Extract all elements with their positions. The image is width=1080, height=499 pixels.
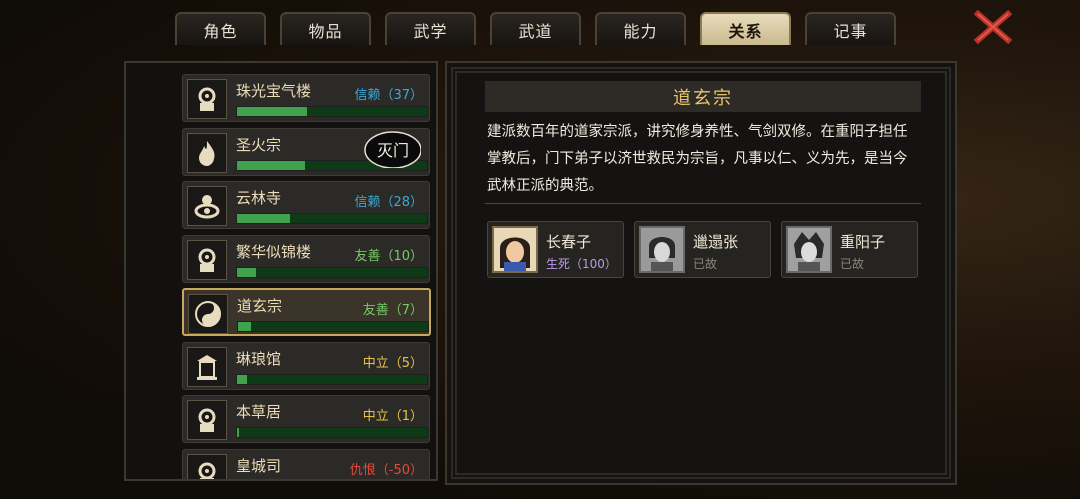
- relation-bar: [236, 267, 428, 278]
- relation-label: 信赖（28）: [354, 195, 423, 210]
- pavilion-icon: [187, 347, 227, 387]
- sect-row[interactable]: 珠光宝气楼 信赖（37）: [182, 74, 430, 122]
- relation-label: 信赖（37）: [354, 88, 423, 103]
- relation-bar-fill: [237, 268, 256, 277]
- sect-name: 本草居: [236, 403, 282, 421]
- relation-bar: [236, 213, 428, 224]
- relation-bar-fill: [237, 161, 306, 170]
- member-status: 已故: [840, 257, 865, 271]
- relation-bar-fill: [237, 375, 247, 384]
- sect-row[interactable]: 圣火宗 灭门: [182, 128, 430, 176]
- relation-bar: [236, 374, 428, 385]
- tab-journal[interactable]: 记事: [805, 12, 896, 45]
- sect-row[interactable]: 本草居 中立（1）: [182, 395, 430, 443]
- relation-bar: [237, 321, 429, 332]
- tab-martial-way[interactable]: 武道: [490, 12, 581, 45]
- sect-name: 道玄宗: [237, 297, 283, 315]
- sect-title: 道玄宗: [485, 81, 921, 112]
- member-name: 长春子: [546, 233, 592, 251]
- tab-martial-arts[interactable]: 武学: [385, 12, 476, 45]
- member-portrait: [786, 226, 832, 273]
- close-icon[interactable]: [974, 10, 1012, 44]
- lotus-icon: [187, 186, 227, 226]
- ornate-emblem-icon: [187, 79, 227, 119]
- sect-name: 云林寺: [236, 189, 282, 207]
- sect-row-selected[interactable]: 道玄宗 友善（7）: [182, 288, 431, 336]
- relation-label: 友善（10）: [354, 249, 423, 264]
- tab-abilities[interactable]: 能力: [595, 12, 686, 45]
- member-status: 生死（100）: [546, 257, 617, 271]
- ornate-emblem-icon: [187, 240, 227, 280]
- member-portrait: [492, 226, 538, 273]
- member-card[interactable]: 重阳子 已故: [781, 221, 918, 278]
- relation-bar-fill: [237, 428, 239, 437]
- member-name: 邋遢张: [693, 233, 739, 251]
- sect-name: 圣火宗: [236, 136, 282, 154]
- sect-row[interactable]: 皇城司 仇恨（-50）: [182, 449, 430, 479]
- relation-bar-fill: [237, 214, 291, 223]
- relation-bar: [236, 427, 428, 438]
- member-portrait: [639, 226, 685, 273]
- sect-name: 繁华似锦楼: [236, 243, 312, 261]
- tab-bar: 角色 物品 武学 武道 能力 关系 记事: [175, 12, 896, 47]
- ornate-emblem-icon: [187, 400, 227, 440]
- yin-yang-icon: [188, 294, 228, 334]
- sect-name: 皇城司: [236, 457, 282, 475]
- sect-name: 琳琅馆: [236, 350, 282, 368]
- relation-label: 友善（7）: [362, 303, 423, 318]
- member-card[interactable]: 长春子 生死（100）: [487, 221, 624, 278]
- relation-bar: [236, 106, 428, 117]
- sect-row[interactable]: 繁华似锦楼 友善（10）: [182, 235, 430, 283]
- relation-label: 仇恨（-50）: [349, 463, 423, 478]
- member-card[interactable]: 邋遢张 已故: [634, 221, 771, 278]
- sect-row[interactable]: 云林寺 信赖（28）: [182, 181, 430, 229]
- destroyed-stamp-text: 灭门: [377, 141, 409, 160]
- sect-description: 建派数百年的道家宗派，讲究修身养性、气剑双修。在重阳子担任掌教后，门下弟子以济世…: [487, 124, 908, 194]
- tab-relations[interactable]: 关系: [700, 12, 791, 45]
- tab-items[interactable]: 物品: [280, 12, 371, 45]
- sect-row[interactable]: 琳琅馆 中立（5）: [182, 342, 430, 390]
- relation-bar-fill: [238, 322, 252, 331]
- ornate-emblem-icon: [187, 454, 227, 479]
- divider: [485, 203, 921, 204]
- sect-name: 珠光宝气楼: [236, 82, 312, 100]
- relation-label: 中立（5）: [362, 356, 423, 371]
- member-status: 已故: [693, 257, 718, 271]
- flame-icon: [187, 133, 227, 173]
- member-name: 重阳子: [840, 233, 886, 251]
- destroyed-stamp: 灭门: [363, 128, 422, 169]
- sect-detail-panel: 道玄宗 建派数百年的道家宗派，讲究修身养性、气剑双修。在重阳子担任掌教后，门下弟…: [445, 61, 957, 485]
- tab-character[interactable]: 角色: [175, 12, 266, 45]
- sect-list-panel: 珠光宝气楼 信赖（37） 圣火宗 灭门 云林寺 信赖（28） 繁华似锦楼 友善（…: [124, 61, 438, 481]
- relation-bar-fill: [237, 107, 308, 116]
- relation-label: 中立（1）: [362, 409, 423, 424]
